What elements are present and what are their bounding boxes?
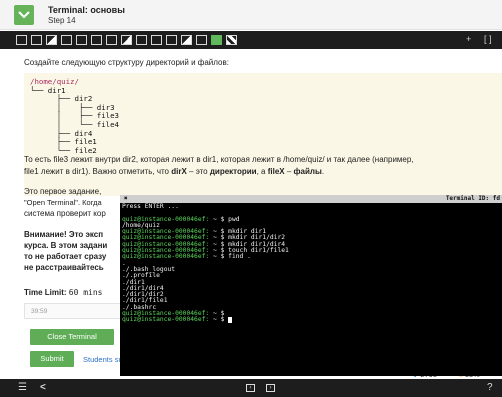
task-text: Создайте следующую структуру директорий … [24, 58, 229, 67]
step-item[interactable] [106, 35, 117, 45]
bold-term: директории [209, 167, 257, 176]
step-content: Создайте следующую структуру директорий … [0, 49, 502, 379]
timer-value: 39:59 [31, 308, 48, 315]
time-limit-value: 60 mins [68, 288, 103, 297]
bold-term: fileX [267, 167, 285, 176]
close-terminal-button[interactable]: Close Terminal [30, 329, 114, 345]
time-limit-label: Time Limit: [24, 288, 67, 297]
warning-line: Внимание! Это эксп [24, 230, 104, 239]
footer-bar: ☰ < ‹ › ? [0, 379, 502, 397]
terminal-id: Terminal ID: fd [445, 195, 500, 202]
step-item[interactable] [121, 35, 132, 45]
step-item[interactable] [181, 35, 192, 45]
paragraph-line: file1 лежит в dir1). Важно отметить, что… [24, 167, 324, 178]
paragraph-line: "Open Terminal". Когда [24, 198, 102, 207]
submit-button[interactable]: Submit [30, 351, 74, 367]
terminal-text: Press ENTER ... [122, 203, 179, 210]
step-item[interactable] [31, 35, 42, 45]
text-span: , а [256, 167, 268, 176]
step-item[interactable] [166, 35, 177, 45]
help-icon[interactable]: ? [487, 382, 493, 393]
next-step-icon[interactable]: › [266, 384, 275, 392]
tree-line: └── file2 [30, 145, 97, 155]
step-item[interactable] [76, 35, 87, 45]
prev-step-icon[interactable]: ‹ [246, 384, 255, 392]
bold-term: dirX [171, 167, 187, 176]
time-limit: Time Limit: 60 mins [24, 288, 102, 297]
paragraph-line: То есть file3 лежит внутри dir2, которая… [24, 155, 414, 164]
paragraph-line: система проверит кор [24, 209, 106, 218]
directory-tree-block: /home/quiz/ └── dir1 ├── dir2 │ ├── dir3… [24, 73, 502, 196]
text-span: – это [186, 167, 210, 176]
text-span: – [284, 167, 294, 176]
step-item[interactable] [91, 35, 102, 45]
lesson-header: Terminal: основы Step 14 [0, 0, 502, 30]
share-icon[interactable]: < [40, 382, 46, 393]
step-current[interactable] [211, 35, 222, 45]
terminal-text: ~ $ pwd [209, 215, 240, 223]
terminal-text: ~ $ [209, 316, 229, 324]
menu-icon[interactable]: ☰ [18, 382, 27, 393]
step-item[interactable] [61, 35, 72, 45]
warning-line: курса. В этом задани [24, 241, 108, 250]
terminal-text: ~ $ find . [209, 253, 251, 261]
step-item[interactable] [16, 35, 27, 45]
step-item[interactable] [196, 35, 207, 45]
chevron-down-icon [18, 11, 30, 19]
course-title: Terminal: основы [48, 5, 125, 15]
terminal-prompt: quiz@instance-000046ef: [122, 316, 210, 324]
warning-line: то не работает сразу [24, 252, 107, 261]
terminal-titlebar: ✖ Terminal ID: fd [120, 195, 502, 203]
text-span: . [321, 167, 325, 176]
back-icon[interactable]: + [466, 34, 471, 44]
bold-term: файлы [293, 167, 322, 176]
warning-line: не расстраивайтесь [24, 263, 104, 272]
step-navigation-bar: + [ ] [0, 31, 502, 49]
text-span: file1 лежит в dir1). Важно отметить, что [24, 167, 172, 176]
step-item[interactable] [46, 35, 57, 45]
terminal-prompt: quiz@instance-000046ef: [122, 253, 210, 261]
terminal-cursor [228, 317, 233, 324]
directory-tree: /home/quiz/ └── dir1 ├── dir2 │ ├── dir3… [30, 77, 119, 155]
step-item[interactable] [226, 35, 237, 45]
terminal-output: Press ENTER ... quiz@instance-000046ef: ~… [122, 203, 502, 324]
terminal-window[interactable]: ✖ Terminal ID: fd Press ENTER ... quiz@in… [120, 195, 502, 376]
paragraph-line: Это первое задание, [24, 187, 102, 196]
timer-box: 39:59 [24, 303, 134, 319]
close-icon[interactable]: ✖ [124, 195, 128, 203]
step-item[interactable] [136, 35, 147, 45]
terminal-line: quiz@instance-000046ef: ~ $ [122, 316, 502, 324]
step-item[interactable] [151, 35, 162, 45]
fullscreen-icon[interactable]: [ ] [484, 34, 492, 44]
course-logo[interactable] [14, 5, 34, 25]
step-label: Step 14 [48, 16, 76, 25]
